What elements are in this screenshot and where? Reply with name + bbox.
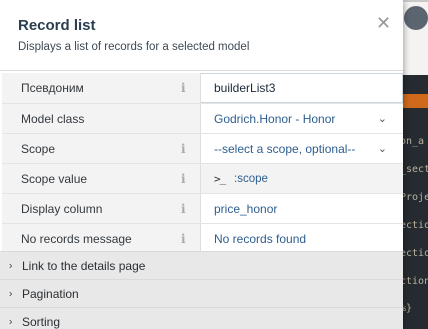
- display-column-field[interactable]: price_honor: [201, 194, 403, 223]
- chevron-right-icon: ›: [9, 260, 13, 271]
- chevron-right-icon: ›: [9, 288, 13, 299]
- property-value: price_honor: [214, 201, 278, 216]
- avatar[interactable]: [404, 6, 428, 30]
- code-line: Proje: [400, 192, 428, 203]
- screen: on_a _sect Proje ectio ection ction %} R…: [0, 0, 428, 329]
- property-label: Scope value: [21, 171, 88, 186]
- property-row-scope-value: Scope value i >_ :scope: [2, 164, 403, 194]
- group-label: Link to the details page: [22, 258, 146, 273]
- code-line: on_a: [400, 136, 425, 147]
- group-label: Sorting: [22, 314, 61, 329]
- property-label-cell: Model class: [2, 104, 201, 133]
- property-value: --select a scope, optional--: [214, 141, 356, 156]
- record-list-inspector: Record list Displays a list of records f…: [0, 0, 403, 329]
- property-label-cell: Псевдоним i: [2, 73, 201, 103]
- property-value: :scope: [234, 172, 268, 185]
- property-label: Псевдоним: [21, 81, 84, 95]
- code-line: ectio: [400, 220, 428, 231]
- info-icon[interactable]: i: [181, 202, 186, 216]
- property-table: Псевдоним i builderList3 Model class God…: [2, 73, 403, 254]
- group-sorting[interactable]: › Sorting: [0, 307, 403, 329]
- model-class-dropdown[interactable]: Godrich.Honor - Honor ⌄: [201, 104, 403, 133]
- property-label: Display column: [21, 201, 103, 216]
- property-row-display-column: Display column i price_honor: [2, 194, 403, 224]
- info-icon[interactable]: i: [181, 232, 186, 246]
- property-label: No records message: [21, 231, 132, 246]
- property-value: builderList3: [214, 81, 276, 95]
- info-icon[interactable]: i: [181, 142, 186, 156]
- chevron-down-icon: ⌄: [377, 142, 387, 155]
- property-groups: › Link to the details page › Pagination …: [0, 251, 403, 329]
- property-value: Godrich.Honor - Honor: [214, 111, 336, 126]
- property-row-scope: Scope i --select a scope, optional-- ⌄: [2, 134, 403, 164]
- property-value: No records found: [214, 231, 307, 246]
- inspector-title: Record list: [18, 17, 96, 34]
- info-icon[interactable]: i: [181, 81, 186, 95]
- alias-input[interactable]: builderList3: [201, 73, 403, 103]
- group-pagination[interactable]: › Pagination: [0, 279, 403, 307]
- code-line: ction: [400, 276, 428, 287]
- inspector-header: Record list Displays a list of records f…: [0, 0, 403, 71]
- property-label-cell: Scope i: [2, 134, 201, 163]
- inspector-description: Displays a list of records for a selecte…: [18, 41, 250, 53]
- code-line: _sect: [400, 164, 428, 175]
- group-link-to-details-page[interactable]: › Link to the details page: [0, 251, 403, 279]
- property-row-alias: Псевдоним i builderList3: [2, 73, 403, 104]
- chevron-right-icon: ›: [9, 316, 13, 327]
- close-icon[interactable]: ✕: [376, 14, 391, 32]
- info-icon[interactable]: i: [181, 172, 186, 186]
- chevron-down-icon: ⌄: [377, 112, 387, 125]
- property-label-cell: No records message i: [2, 224, 201, 253]
- property-label: Model class: [21, 111, 85, 126]
- scope-dropdown[interactable]: --select a scope, optional-- ⌄: [201, 134, 403, 163]
- terminal-prompt-icon: >_: [214, 172, 226, 185]
- property-label: Scope: [21, 141, 56, 156]
- property-row-no-records-message: No records message i No records found: [2, 224, 403, 254]
- property-label-cell: Scope value i: [2, 164, 201, 193]
- property-row-model-class: Model class Godrich.Honor - Honor ⌄: [2, 104, 403, 134]
- no-records-message-field[interactable]: No records found: [201, 224, 403, 253]
- scope-value-field[interactable]: >_ :scope: [201, 164, 403, 193]
- property-label-cell: Display column i: [2, 194, 201, 223]
- code-line: ection: [400, 248, 428, 259]
- group-label: Pagination: [22, 286, 79, 301]
